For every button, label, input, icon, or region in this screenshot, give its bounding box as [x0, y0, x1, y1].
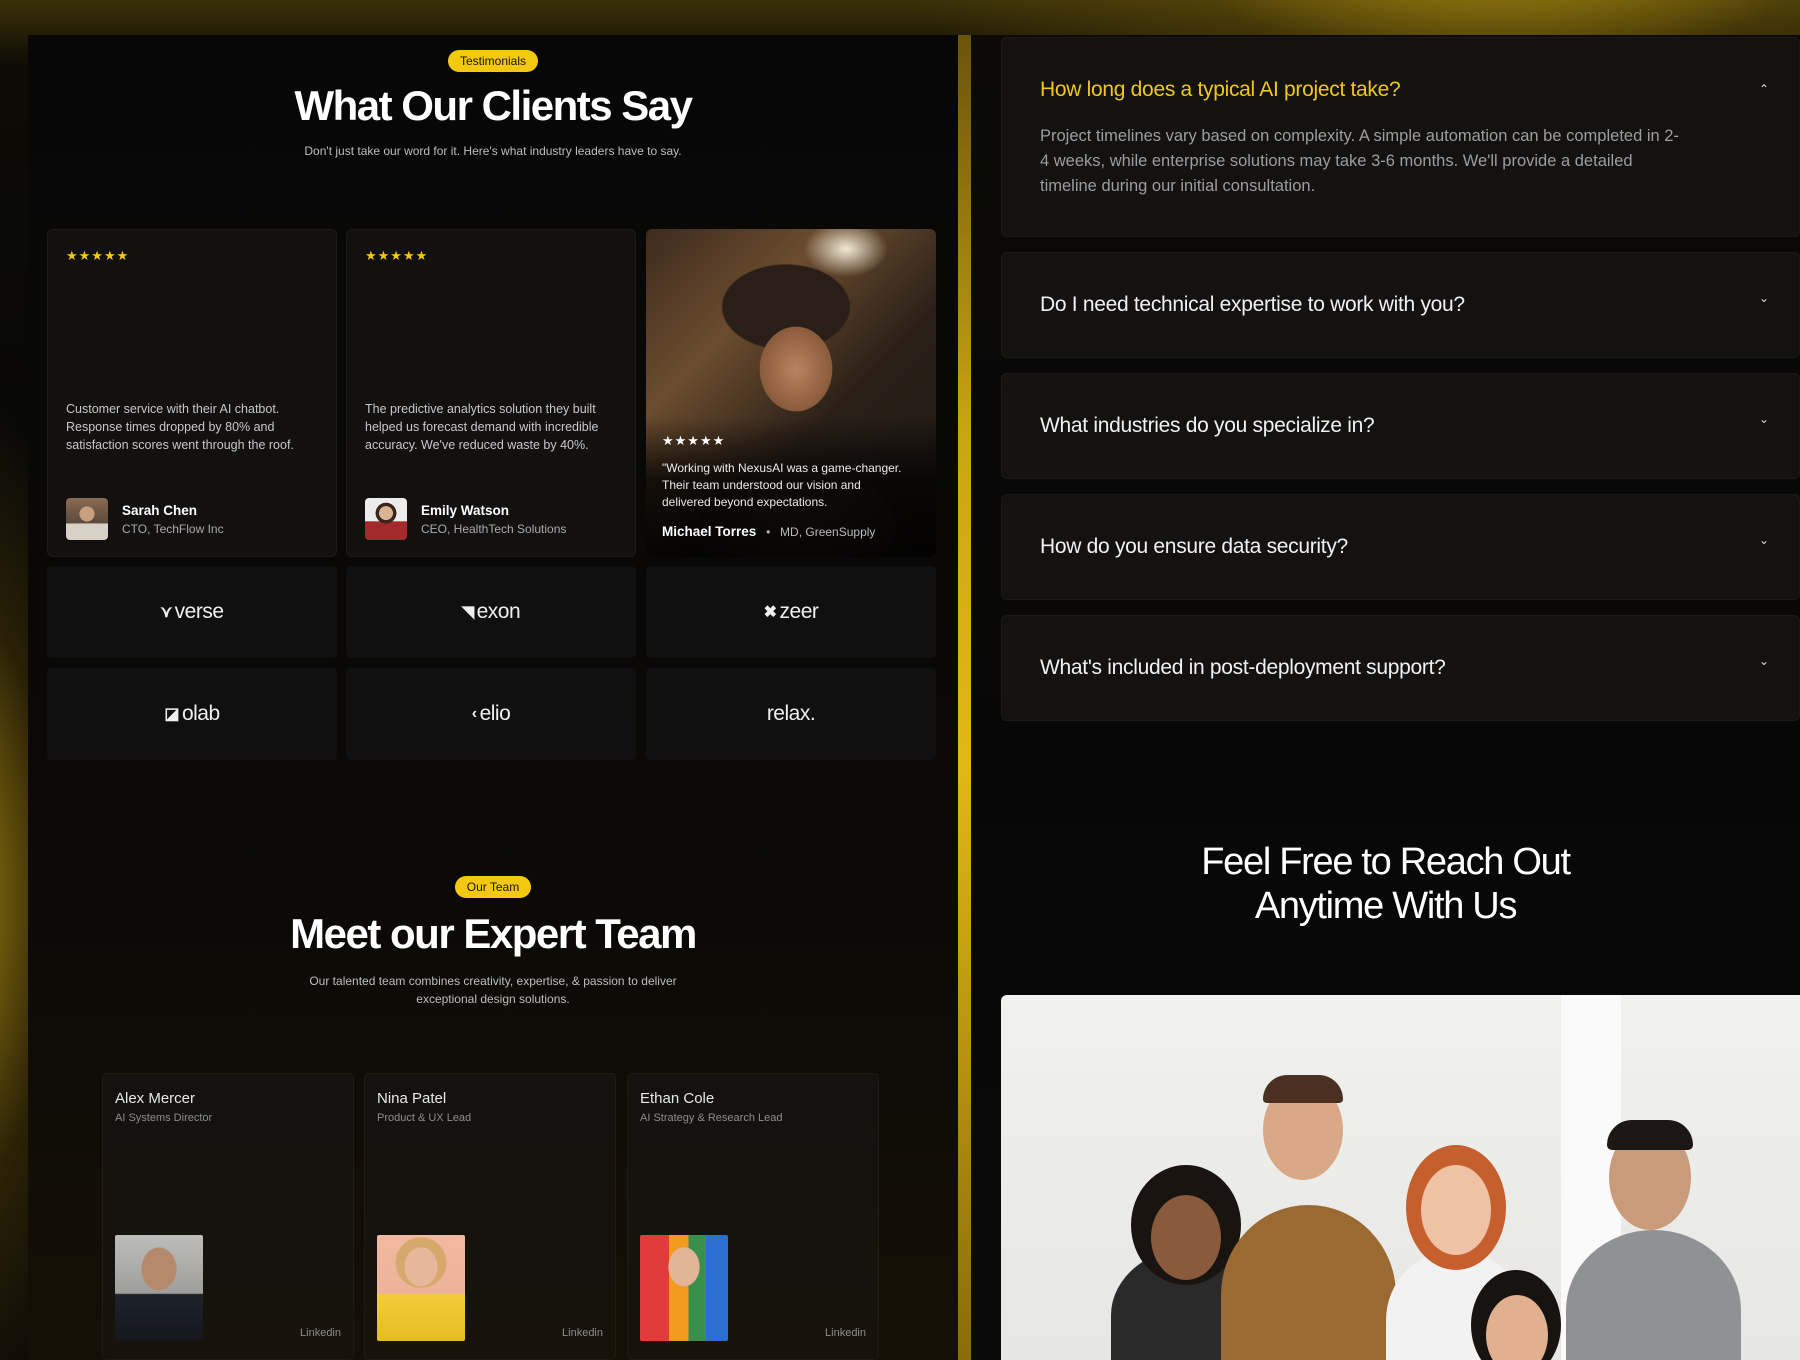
panel-divider: [958, 35, 971, 1360]
rating-stars: ★★★★★: [365, 248, 429, 263]
featured-testimonial-card: ★★★★★ "Working with NexusAI was a game-c…: [646, 229, 936, 557]
testimonial-quote: Customer service with their AI chatbot. …: [66, 402, 294, 452]
olab-logo-icon: ◪: [164, 706, 179, 723]
author-name: Sarah Chen: [122, 502, 198, 518]
photo-person-hair: [1607, 1120, 1693, 1150]
client-logo-verse: ⋎ verse: [47, 566, 337, 658]
logo-name: relax.: [766, 702, 816, 725]
faq-item[interactable]: What's included in post-deployment suppo…: [1001, 615, 1800, 721]
logo-name: verse: [174, 600, 224, 623]
chevron-down-icon[interactable]: ⌄: [1759, 533, 1769, 547]
testimonial-card: ★★★★★ Customer service with their AI cha…: [47, 229, 337, 557]
faq-question[interactable]: What industries do you specialize in?: [1040, 414, 1375, 438]
team-subtitle: Our talented team combines creativity, e…: [28, 972, 958, 1008]
photo-person-hair: [1263, 1075, 1343, 1103]
author-role: CEO, HealthTech Solutions: [421, 521, 567, 536]
testimonials-title: What Our Clients Say: [294, 82, 693, 129]
member-photo: [377, 1235, 465, 1341]
chevron-down-icon[interactable]: ⌄: [1759, 412, 1769, 426]
linkedin-link[interactable]: Linkedin: [562, 1327, 603, 1339]
member-name: Alex Mercer: [115, 1090, 196, 1107]
member-role: Product & UX Lead: [377, 1112, 472, 1124]
team-group-photo: [1001, 995, 1800, 1360]
author-role: CTO, TechFlow Inc: [122, 521, 224, 536]
member-role: AI Systems Director: [115, 1112, 213, 1124]
faq-question[interactable]: Do I need technical expertise to work wi…: [1040, 293, 1465, 317]
client-logo-relax: relax.: [646, 668, 936, 760]
testimonial-author: Sarah Chen CTO, TechFlow Inc: [66, 498, 224, 540]
client-logo-elio: ‹ elio: [346, 668, 636, 760]
team-member-card: Alex Mercer AI Systems Director Linkedin: [102, 1073, 354, 1360]
linkedin-link[interactable]: Linkedin: [300, 1327, 341, 1339]
member-photo: [115, 1235, 203, 1341]
rating-stars: ★★★★★: [662, 433, 726, 448]
author-role: MD, GreenSupply: [780, 525, 876, 539]
contact-heading: Feel Free to Reach Out Anytime With Us: [971, 840, 1800, 928]
team-title: Meet our Expert Team: [290, 910, 697, 957]
member-name: Ethan Cole: [640, 1090, 715, 1107]
faq-question[interactable]: How do you ensure data security?: [1040, 535, 1348, 559]
testimonial-quote: The predictive analytics solution they b…: [365, 402, 599, 452]
testimonial-author: Michael Torres • MD, GreenSupply: [662, 524, 875, 539]
author-name: Emily Watson: [421, 502, 510, 518]
team-subtitle-line: Our talented team combines creativity, e…: [309, 974, 677, 988]
photo-person-face: [1151, 1195, 1221, 1280]
exon-logo-icon: ◥: [461, 604, 474, 621]
testimonial-author: Emily Watson CEO, HealthTech Solutions: [365, 498, 566, 540]
faq-question[interactable]: What's included in post-deployment suppo…: [1040, 656, 1446, 680]
faq-item[interactable]: What industries do you specialize in? ⌄: [1001, 373, 1800, 479]
team-header: Our Team Meet our Expert Team Our talent…: [28, 876, 958, 1008]
faq-answer: Project timelines vary based on complexi…: [1040, 127, 1679, 195]
photo-person: [1221, 1205, 1396, 1360]
faq-item[interactable]: How do you ensure data security? ⌄: [1001, 494, 1800, 600]
testimonials-subtitle: Don't just take our word for it. Here's …: [304, 144, 682, 158]
author-name: Michael Torres: [662, 524, 757, 539]
faq-item-open[interactable]: How long does a typical AI project take?…: [1001, 37, 1800, 237]
team-member-card: Ethan Cole AI Strategy & Research Lead L…: [627, 1073, 879, 1360]
client-logo-exon: ◥ exon: [346, 566, 636, 658]
avatar: [365, 498, 407, 540]
avatar: [66, 498, 108, 540]
chevron-down-icon[interactable]: ⌄: [1759, 291, 1769, 305]
author-separator: •: [766, 525, 771, 539]
elio-logo-icon: ‹: [471, 705, 477, 722]
client-logo-olab: ◪ olab: [47, 668, 337, 760]
linkedin-link[interactable]: Linkedin: [825, 1327, 866, 1339]
logo-name: olab: [181, 702, 220, 725]
logo-name: zeer: [779, 600, 819, 623]
team-member-card: Nina Patel Product & UX Lead Linkedin: [364, 1073, 616, 1360]
testimonial-quote: "Working with NexusAI was a game-changer…: [662, 461, 902, 509]
chevron-down-icon[interactable]: ⌄: [1759, 654, 1769, 668]
contact-heading-line: Anytime With Us: [1254, 885, 1518, 927]
photo-person-face: [1421, 1165, 1491, 1255]
faq-question[interactable]: How long does a typical AI project take?: [1040, 78, 1401, 102]
verse-logo-icon: ⋎: [160, 604, 172, 621]
member-name: Nina Patel: [377, 1090, 447, 1107]
team-badge: Our Team: [454, 876, 532, 898]
chevron-up-icon[interactable]: ⌃: [1759, 82, 1769, 96]
member-role: AI Strategy & Research Lead: [640, 1112, 783, 1124]
contact-heading-line: Feel Free to Reach Out: [1201, 841, 1571, 883]
testimonials-badge: Testimonials: [447, 50, 539, 72]
testimonial-card: ★★★★★ The predictive analytics solution …: [346, 229, 636, 557]
logo-name: elio: [479, 702, 511, 725]
rating-stars: ★★★★★: [66, 248, 130, 263]
member-photo: [640, 1235, 728, 1341]
team-subtitle-line: exceptional design solutions.: [416, 992, 570, 1006]
testimonials-header: Testimonials What Our Clients Say Don't …: [28, 50, 958, 158]
client-logo-zeer: ✖ zeer: [646, 566, 936, 658]
logo-name: exon: [476, 600, 521, 623]
faq-item[interactable]: Do I need technical expertise to work wi…: [1001, 252, 1800, 358]
zeer-logo-icon: ✖: [763, 604, 777, 621]
